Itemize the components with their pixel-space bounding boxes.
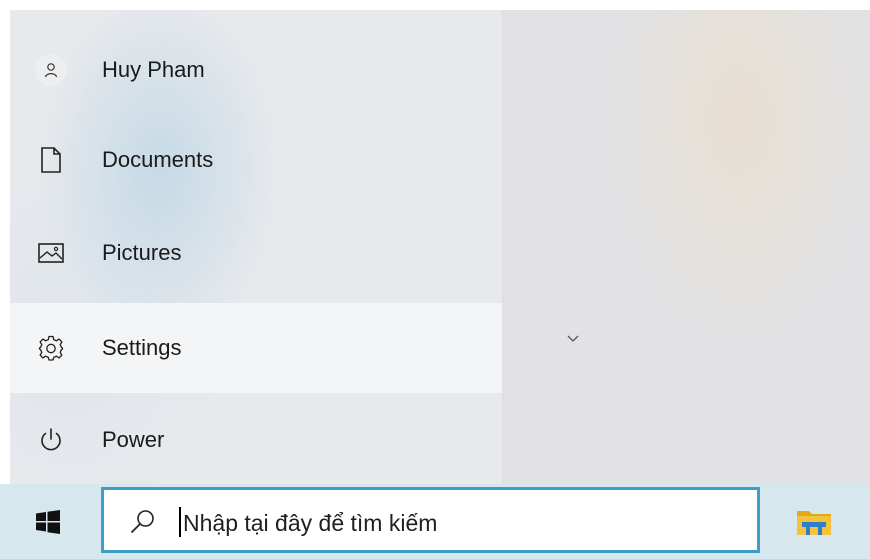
- start-menu-item-pictures[interactable]: Pictures: [10, 208, 502, 298]
- document-icon: [38, 147, 64, 173]
- start-menu-item-documents[interactable]: Documents: [10, 115, 502, 205]
- power-icon: [38, 427, 64, 453]
- start-menu-item-label: Settings: [102, 335, 182, 360]
- start-menu-left-column: Huy Pham Documents Pictures Settings Pow…: [10, 10, 502, 484]
- start-menu-item-user[interactable]: Huy Pham: [10, 25, 502, 115]
- search-icon: [131, 510, 154, 533]
- file-explorer-button[interactable]: [790, 502, 838, 542]
- pictures-icon: [38, 240, 64, 266]
- start-button[interactable]: [28, 506, 68, 538]
- start-menu-item-settings[interactable]: Settings: [10, 303, 502, 393]
- text-caret: [179, 507, 181, 537]
- file-explorer-icon: [797, 511, 831, 535]
- desktop-left-strip: [0, 0, 10, 484]
- start-menu-item-label: Pictures: [102, 240, 182, 265]
- start-menu-item-label: Huy Pham: [102, 57, 205, 82]
- search-input[interactable]: Nhập tại đây để tìm kiếm: [183, 510, 437, 537]
- taskbar: Nhập tại đây để tìm kiếm: [0, 484, 870, 559]
- start-menu-item-label: Documents: [102, 147, 214, 172]
- gear-icon: [38, 335, 64, 361]
- start-menu-item-power[interactable]: Power: [10, 395, 502, 484]
- start-menu-item-label: Power: [102, 427, 165, 452]
- taskbar-search-box[interactable]: Nhập tại đây để tìm kiếm: [101, 487, 760, 553]
- start-menu: Huy Pham Documents Pictures Settings Pow…: [10, 10, 505, 484]
- desktop-top-strip: [0, 0, 870, 10]
- windows-logo-icon: [36, 510, 60, 534]
- start-menu-tiles-area: [505, 10, 870, 484]
- chevron-down-icon[interactable]: [565, 333, 581, 345]
- user-avatar-icon: [35, 54, 67, 86]
